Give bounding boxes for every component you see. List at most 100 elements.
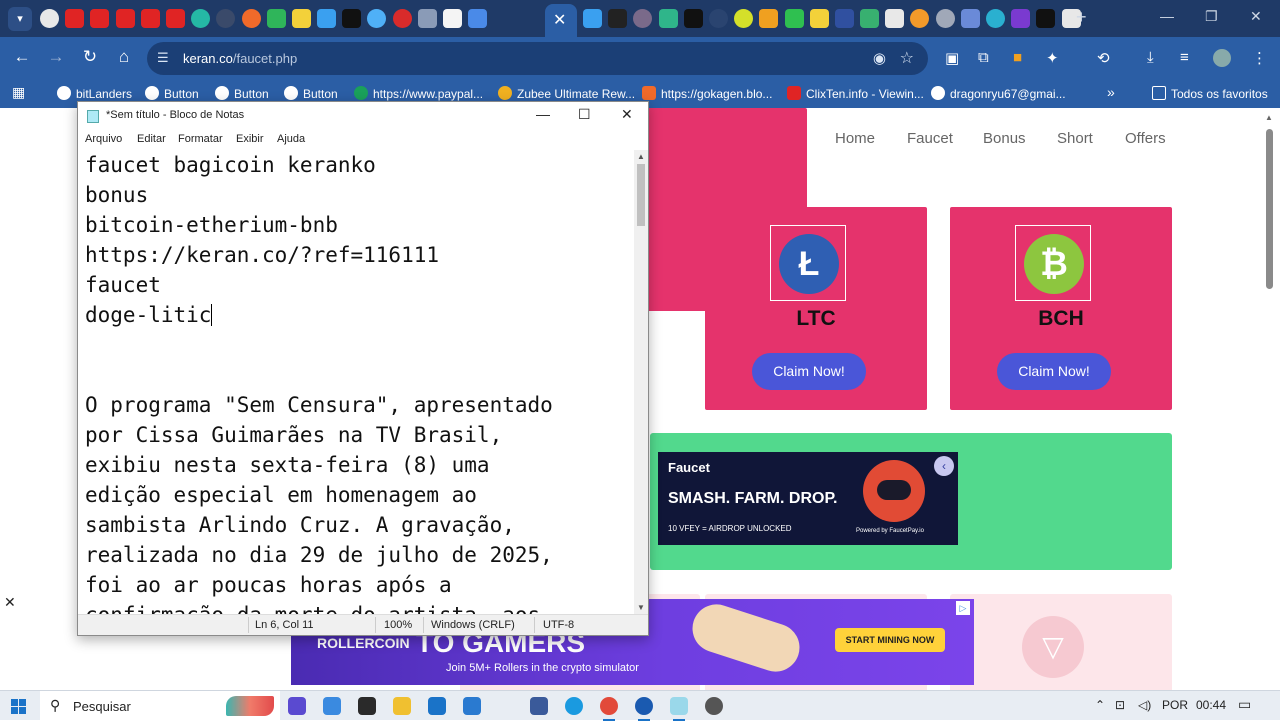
tab-play-icon[interactable]: [266, 9, 286, 28]
tab-site-icon[interactable]: [734, 9, 754, 28]
new-tab-button[interactable]: +: [1076, 7, 1087, 28]
tab-site-icon[interactable]: [367, 9, 387, 28]
tab-site-icon[interactable]: [809, 9, 829, 28]
tab-site-icon[interactable]: [241, 9, 261, 28]
menu-ajuda[interactable]: Ajuda: [277, 133, 305, 145]
outlook-icon[interactable]: [428, 697, 446, 715]
bookmark-item[interactable]: ClixTen.info - Viewin...: [787, 86, 924, 101]
tab-site-icon[interactable]: [216, 9, 236, 28]
bookmark-item[interactable]: bitLanders: [57, 86, 132, 101]
word-icon[interactable]: [463, 697, 481, 715]
scrollbar-thumb[interactable]: [1266, 129, 1273, 289]
ad-collapse-icon[interactable]: ‹: [934, 456, 954, 476]
nav-short[interactable]: Short: [1057, 130, 1093, 147]
download-icon[interactable]: ⤓: [1147, 49, 1154, 66]
nav-faucet[interactable]: Faucet: [907, 130, 953, 147]
start-button[interactable]: [11, 699, 26, 714]
clock[interactable]: 00:44: [1196, 698, 1226, 712]
tab-doc-icon[interactable]: [443, 9, 462, 28]
tab-youtube-icon[interactable]: [165, 9, 185, 28]
menu-formatar[interactable]: Formatar: [178, 133, 223, 145]
all-bookmarks-folder[interactable]: Todos os favoritos: [1152, 86, 1268, 101]
tab-site-icon[interactable]: [708, 9, 728, 28]
menu-arquivo[interactable]: Arquivo: [85, 133, 122, 145]
tab-search-button[interactable]: ▾: [8, 7, 32, 31]
tab-site-icon[interactable]: [317, 9, 337, 28]
tab-site-icon[interactable]: [583, 9, 602, 28]
scrollbar-thumb[interactable]: [637, 164, 645, 226]
bookmark-item[interactable]: dragonryu67@gmai...: [931, 86, 1066, 101]
menu-exibir[interactable]: Exibir: [236, 133, 264, 145]
active-tab[interactable]: ✕: [545, 4, 577, 37]
minimize-icon[interactable]: —: [536, 106, 550, 122]
tab-site-icon[interactable]: [860, 9, 880, 28]
close-window-icon[interactable]: ✕: [1250, 8, 1262, 25]
tab-youtube-icon[interactable]: [115, 9, 135, 28]
bookmark-item[interactable]: https://www.paypal...: [354, 86, 483, 101]
forward-button[interactable]: →: [44, 47, 68, 67]
tab-youtube-icon[interactable]: [90, 9, 110, 28]
close-icon[interactable]: ✕: [553, 10, 566, 30]
minimize-icon[interactable]: —: [1160, 8, 1174, 24]
media-icon[interactable]: ≡: [1180, 49, 1189, 66]
notepad-scrollbar[interactable]: ▲ ▼: [634, 150, 648, 614]
tab-site-icon[interactable]: [392, 9, 412, 28]
restore-icon[interactable]: ❐: [1205, 8, 1218, 25]
bookmark-item[interactable]: Zubee Ultimate Rew...: [498, 86, 635, 101]
page-scrollbar[interactable]: ▲: [1262, 113, 1276, 685]
site-info-icon[interactable]: ☰: [157, 50, 169, 66]
edge-icon[interactable]: [565, 697, 583, 715]
translate-icon[interactable]: ⧉: [978, 49, 989, 66]
tab-site-icon[interactable]: [986, 9, 1005, 28]
notepad-title-bar[interactable]: *Sem título - Bloco de Notas — ☐ ✕: [78, 102, 648, 130]
tab-site-icon[interactable]: [910, 9, 930, 28]
bookmark-item[interactable]: Button: [284, 86, 338, 101]
bookmark-star-icon[interactable]: ☆: [900, 48, 914, 68]
apps-icon[interactable]: ▦: [12, 84, 25, 101]
eye-icon[interactable]: ◉: [873, 49, 886, 67]
tab-site-icon[interactable]: [960, 9, 980, 28]
scroll-down-icon[interactable]: ▼: [637, 603, 645, 612]
nav-home[interactable]: Home: [835, 130, 875, 147]
app-icon[interactable]: [705, 697, 723, 715]
ad-choices-icon[interactable]: ▷: [956, 601, 970, 615]
tab-site-icon[interactable]: [633, 9, 653, 28]
tab-gif-icon[interactable]: [468, 9, 488, 28]
address-bar[interactable]: ☰ keran.co/faucet.php ◉ ☆: [147, 42, 928, 75]
bookmark-item[interactable]: https://gokagen.blo...: [642, 86, 772, 101]
claim-now-button[interactable]: Claim Now!: [752, 353, 866, 390]
tab-site-icon[interactable]: [1011, 9, 1031, 28]
url-text[interactable]: keran.co/faucet.php: [183, 51, 297, 66]
file-explorer-icon[interactable]: [393, 697, 411, 715]
tab-site-icon[interactable]: [885, 9, 905, 28]
faucetpay-ad-banner[interactable]: Faucet SMASH. FARM. DROP. 10 VFEY = AIRD…: [658, 452, 958, 545]
reload-button[interactable]: ↻: [78, 47, 102, 67]
copilot-icon[interactable]: [323, 697, 341, 715]
tab-site-icon[interactable]: [784, 9, 804, 28]
start-mining-button[interactable]: START MINING NOW: [835, 628, 945, 652]
profile-avatar[interactable]: [1213, 49, 1231, 67]
scroll-up-icon[interactable]: ▲: [637, 152, 645, 161]
app-icon[interactable]: [635, 697, 653, 721]
tab-site-icon[interactable]: [608, 9, 628, 28]
tab-site-icon[interactable]: [759, 9, 779, 28]
menu-editar[interactable]: Editar: [137, 133, 166, 145]
puzzle-icon[interactable]: ✦: [1046, 49, 1059, 67]
tab-youtube-icon[interactable]: [65, 9, 85, 28]
tab-site-icon[interactable]: [935, 9, 955, 28]
tab-chart-icon[interactable]: [417, 9, 437, 28]
volume-icon[interactable]: ◁): [1138, 698, 1151, 712]
home-button[interactable]: ⌂: [112, 47, 136, 67]
nav-offers[interactable]: Offers: [1125, 130, 1166, 147]
extension-icon[interactable]: ▣: [945, 49, 959, 67]
history-icon[interactable]: ⟲: [1097, 49, 1110, 67]
close-icon[interactable]: ✕: [4, 594, 16, 611]
tab-site-icon[interactable]: [834, 9, 854, 28]
notifications-icon[interactable]: ▭: [1238, 696, 1251, 713]
input-language[interactable]: POR: [1162, 698, 1188, 712]
store-icon[interactable]: [358, 697, 376, 715]
tab-chrome-icon[interactable]: [40, 9, 59, 28]
network-icon[interactable]: ⊡: [1115, 698, 1125, 712]
notepad-taskbar-icon[interactable]: [670, 697, 688, 721]
tab-site-icon[interactable]: [658, 9, 678, 28]
